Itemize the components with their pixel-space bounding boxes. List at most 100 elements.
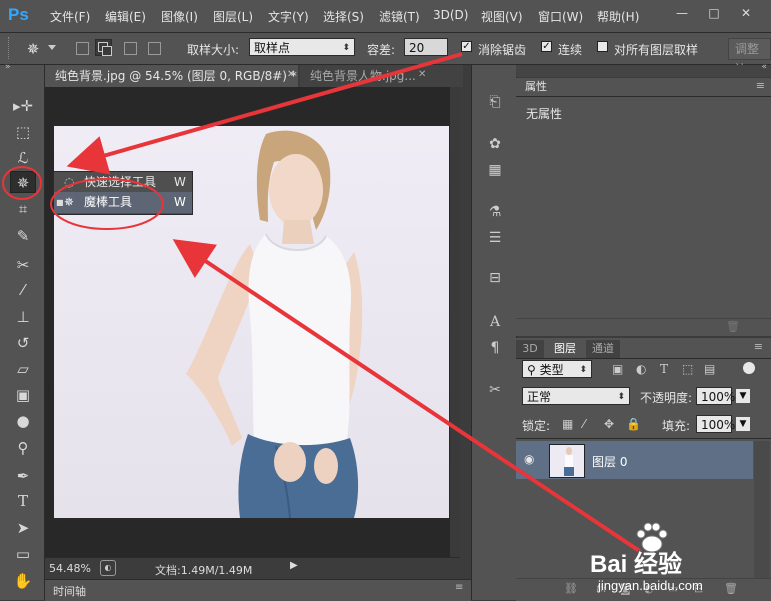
marquee-tool-icon[interactable]: ⬚ (10, 121, 36, 143)
dodge-tool-icon[interactable]: ⚲ (10, 437, 36, 459)
trash-icon[interactable]: 🗑 (726, 320, 740, 333)
filter-shape-icon[interactable]: ⬚ (682, 362, 693, 376)
gradient-tool-icon[interactable]: ▣ (10, 384, 36, 406)
tab-properties[interactable]: 属性 (516, 78, 556, 96)
contiguous-checkbox[interactable]: ✓ (541, 41, 552, 52)
clone-stamp-tool-icon[interactable]: ⊥ (10, 306, 36, 328)
sample-size-dropdown[interactable]: 取样点 ⬍ (249, 38, 355, 56)
tab-close-icon[interactable]: ✕ (418, 69, 426, 80)
magic-wand-preset-icon[interactable]: ✵ (22, 38, 44, 60)
path-selection-tool-icon[interactable]: ➤ (10, 517, 36, 539)
eye-icon[interactable]: ◉ (524, 452, 534, 466)
subtract-selection-icon[interactable] (124, 42, 137, 55)
color-palette-icon[interactable]: ✿ (486, 135, 504, 153)
eyedropper-tool-icon[interactable]: ✎ (10, 225, 36, 247)
blur-tool-icon[interactable]: ● (10, 410, 36, 432)
zoom-level[interactable]: 54.48% (49, 562, 91, 575)
blend-mode-dropdown[interactable]: 正常 ⬍ (522, 387, 630, 405)
add-to-selection-icon[interactable] (95, 39, 112, 56)
hand-tool-icon[interactable]: ✋ (10, 570, 36, 592)
timeline-label[interactable]: 时间轴 (53, 583, 86, 599)
filter-smart-object-icon[interactable]: ▤ (704, 362, 715, 376)
shape-tool-icon[interactable]: ▭ (10, 543, 36, 565)
lock-all-icon[interactable]: 🔒 (626, 417, 641, 431)
crop-tool-icon[interactable]: ⌗ (10, 198, 36, 220)
fill-label: 填充: (662, 419, 691, 433)
status-play-icon[interactable]: ▶ (290, 560, 302, 576)
link-icon[interactable]: ⛓ (564, 582, 578, 595)
quick-selection-item[interactable]: ◌ 快速选择工具 W (54, 172, 192, 193)
menu-select[interactable]: 选择(S) (323, 8, 364, 25)
new-selection-icon[interactable] (76, 42, 89, 55)
character-icon[interactable]: A (486, 313, 504, 331)
lock-position-icon[interactable]: ✥ (604, 417, 614, 431)
tab-3d[interactable]: 3D (516, 340, 544, 358)
brush-preset-icon[interactable]: ⚗ (486, 203, 504, 221)
maximize-button[interactable]: □ (703, 4, 725, 22)
panel-menu-icon[interactable]: ≡ (455, 582, 463, 593)
intersect-selection-icon[interactable] (148, 42, 161, 55)
tab-document-active[interactable]: 纯色背景.jpg @ 54.5% (图层 0, RGB/8#) * (45, 65, 298, 87)
anti-alias-checkbox[interactable]: ✓ (461, 41, 472, 52)
menu-image[interactable]: 图像(I) (161, 8, 198, 25)
menu-type[interactable]: 文字(Y) (268, 8, 309, 25)
adjustments-icon[interactable]: ☰ (486, 229, 504, 247)
close-button[interactable]: ✕ (735, 4, 757, 22)
brush-tool-icon[interactable]: ⁄ (10, 279, 36, 301)
menu-view[interactable]: 视图(V) (481, 8, 523, 25)
menu-window[interactable]: 窗口(W) (538, 8, 583, 25)
fill-input[interactable]: 100% (696, 415, 735, 433)
type-tool-icon[interactable]: T (10, 490, 36, 512)
tolerance-label: 容差: (367, 43, 396, 57)
menu-3d[interactable]: 3D(D) (433, 8, 468, 22)
tab-close-icon[interactable]: ✕ (287, 69, 295, 80)
magic-wand-tool-icon[interactable]: ✵ (10, 171, 36, 193)
healing-brush-tool-icon[interactable]: ✂ (10, 254, 36, 276)
preset-dropdown-icon[interactable] (48, 45, 56, 50)
menu-edit[interactable]: 编辑(E) (105, 8, 146, 25)
lock-image-icon[interactable]: ⁄ (583, 417, 585, 431)
panel-menu-icon[interactable]: ≡ (754, 340, 763, 353)
minimize-button[interactable]: — (671, 4, 693, 22)
menu-file[interactable]: 文件(F) (50, 8, 90, 25)
swatches-icon[interactable]: ▦ (486, 161, 504, 179)
lock-transparent-icon[interactable]: ▦ (562, 417, 573, 431)
chevron-updown-icon: ⬍ (579, 365, 587, 375)
collapse-icon[interactable]: « (761, 62, 767, 72)
opacity-dropdown-icon[interactable]: ▼ (736, 389, 750, 403)
tab-channels[interactable]: 通道 (586, 340, 620, 358)
filter-adjustment-icon[interactable]: ◐ (636, 362, 646, 376)
layer-name[interactable]: 图层 0 (592, 453, 627, 470)
pen-tool-icon[interactable]: ✒ (10, 465, 36, 487)
collapse-icon[interactable]: » (5, 62, 11, 72)
move-tool-icon[interactable]: ▸✛ (10, 95, 36, 117)
tools-presets-icon[interactable]: ✂ (486, 381, 504, 399)
history-icon[interactable]: ⎗ (486, 93, 504, 111)
sample-all-layers-checkbox[interactable] (597, 41, 608, 52)
lasso-tool-icon[interactable]: ℒ (10, 147, 36, 169)
menu-help[interactable]: 帮助(H) (597, 8, 639, 25)
tab-layers[interactable]: 图层 (548, 340, 582, 358)
layer-row[interactable]: ◉ 图层 0 (516, 441, 753, 479)
tab-document-inactive[interactable]: 纯色背景人物.jpg... (300, 65, 463, 87)
panel-menu-icon[interactable]: ≡ (756, 79, 765, 92)
filter-pixel-icon[interactable]: ▣ (612, 362, 623, 376)
status-menu-icon[interactable]: ◐ (100, 560, 116, 576)
refine-edge-button[interactable]: 调整边 (728, 38, 771, 76)
paragraph-icon[interactable]: ¶ (486, 339, 504, 357)
filter-type-icon[interactable]: T (660, 362, 668, 376)
eraser-tool-icon[interactable]: ▱ (10, 358, 36, 380)
opacity-input[interactable]: 100% (696, 387, 735, 405)
search-icon: ⚲ (527, 363, 540, 377)
anti-alias-label: 消除锯齿 (478, 43, 527, 57)
filter-toggle-icon[interactable] (743, 362, 755, 374)
actions-icon[interactable]: ⊟ (486, 269, 504, 287)
tolerance-input[interactable]: 20 (404, 38, 448, 56)
magic-wand-item[interactable]: ■ ✵ 魔棒工具 W (54, 192, 192, 213)
menu-filter[interactable]: 滤镜(T) (379, 8, 420, 25)
layer-filter-dropdown[interactable]: ⚲ 类型 ⬍ (522, 360, 592, 378)
menu-layer[interactable]: 图层(L) (213, 8, 253, 25)
fill-dropdown-icon[interactable]: ▼ (736, 417, 750, 431)
vertical-scrollbar[interactable] (450, 87, 460, 557)
history-brush-tool-icon[interactable]: ↺ (10, 332, 36, 354)
